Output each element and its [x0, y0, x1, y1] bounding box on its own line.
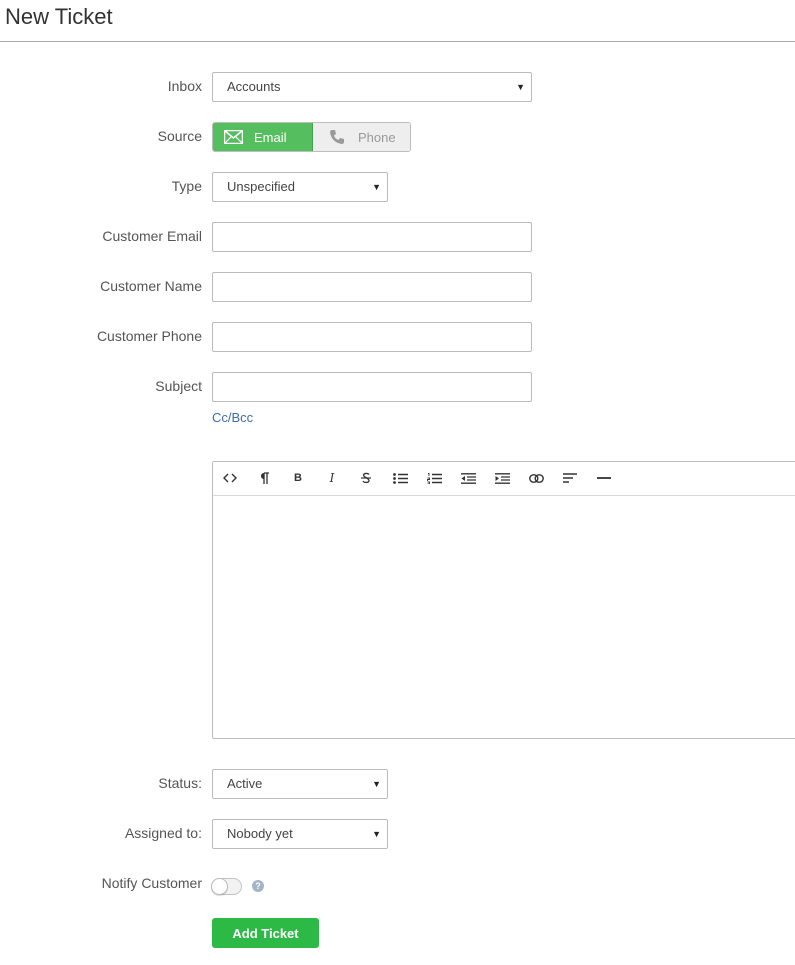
status-select-value: Active [227, 776, 263, 791]
subject-label: Subject [155, 378, 202, 394]
align-left-icon[interactable] [561, 470, 579, 486]
bold-icon[interactable]: B [289, 470, 307, 486]
chevron-down-icon: ▼ [516, 82, 525, 92]
inbox-select[interactable]: Accounts ▼ [212, 72, 532, 102]
message-editor: B I [212, 461, 795, 739]
code-icon[interactable] [221, 470, 239, 486]
assigned-to-select[interactable]: Nobody yet ▼ [212, 819, 388, 849]
paragraph-icon[interactable] [255, 470, 273, 486]
page-title: New Ticket [5, 4, 113, 29]
chevron-down-icon: ▼ [372, 779, 381, 789]
editor-body[interactable] [213, 496, 795, 738]
help-icon[interactable]: ? [252, 880, 264, 892]
page-header: New Ticket [0, 0, 795, 42]
notify-customer-label: Notify Customer [101, 875, 202, 891]
chevron-down-icon: ▼ [372, 829, 381, 839]
source-email-button[interactable]: Email [213, 123, 313, 151]
add-ticket-button[interactable]: Add Ticket [212, 918, 319, 948]
indent-icon[interactable] [493, 470, 511, 486]
source-phone-label: Phone [358, 129, 396, 145]
horizontal-rule-icon[interactable] [595, 470, 613, 486]
customer-name-label: Customer Name [100, 278, 202, 294]
inbox-label: Inbox [167, 78, 202, 94]
status-select[interactable]: Active ▼ [212, 769, 388, 799]
link-icon[interactable] [527, 470, 545, 486]
type-select[interactable]: Unspecified ▼ [212, 172, 388, 202]
subject-field[interactable] [212, 372, 532, 402]
source-email-label: Email [254, 129, 287, 145]
customer-phone-label: Customer Phone [96, 328, 202, 344]
numbered-list-icon[interactable] [425, 470, 443, 486]
chevron-down-icon: ▼ [372, 182, 381, 192]
assigned-to-label: Assigned to: [124, 825, 202, 841]
type-label: Type [171, 178, 202, 194]
notify-customer-toggle[interactable] [211, 878, 242, 895]
customer-name-field[interactable] [212, 272, 532, 302]
assigned-to-select-value: Nobody yet [227, 826, 293, 841]
bullet-list-icon[interactable] [391, 470, 409, 486]
inbox-select-value: Accounts [227, 79, 281, 94]
status-label: Status: [158, 775, 202, 791]
customer-email-label: Customer Email [102, 228, 202, 244]
strikethrough-icon[interactable] [357, 470, 375, 486]
source-label: Source [157, 128, 202, 144]
phone-icon [327, 129, 347, 145]
type-select-value: Unspecified [227, 179, 295, 194]
source-phone-button[interactable]: Phone [313, 123, 410, 151]
customer-phone-field[interactable] [212, 322, 532, 352]
envelope-icon [223, 130, 243, 144]
outdent-icon[interactable] [459, 470, 477, 486]
editor-toolbar: B I [213, 462, 795, 496]
source-toggle: Email Phone [212, 122, 411, 152]
customer-email-field[interactable] [212, 222, 532, 252]
italic-icon[interactable]: I [323, 470, 341, 486]
toggle-knob [211, 878, 228, 895]
cc-bcc-link[interactable]: Cc/Bcc [212, 410, 253, 425]
